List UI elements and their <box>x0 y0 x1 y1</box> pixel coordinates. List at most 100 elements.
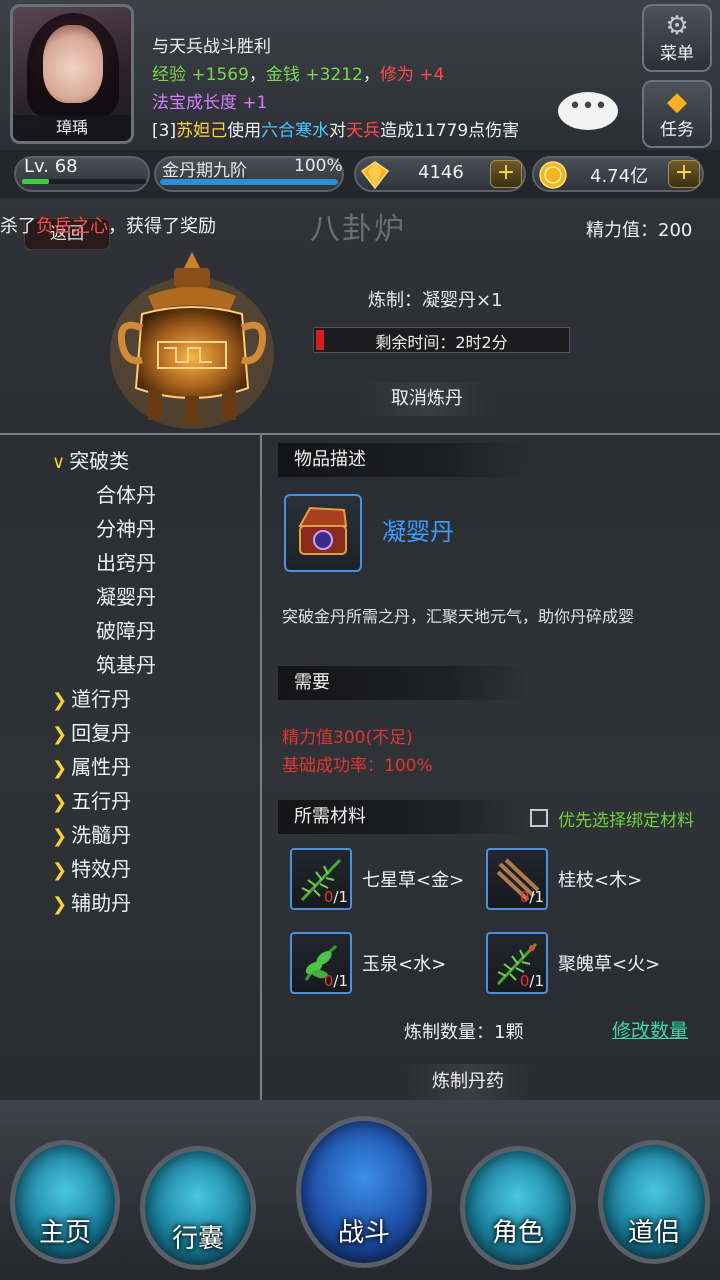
log-skill: 六合寒水 <box>261 121 330 141</box>
material-count: 0/1 <box>300 888 348 906</box>
category-label: 回复丹 <box>71 721 132 745</box>
item-description: 突破金丹所需之丹，汇聚天地元气，助你丹碎成婴 <box>282 607 635 626</box>
money-value: +3212 <box>305 65 363 85</box>
chevron-right-icon: ❯ <box>52 826 68 847</box>
chevron-right-icon: ❯ <box>52 724 68 745</box>
bagua-furnace-icon <box>110 252 274 429</box>
pill-box-icon <box>298 506 348 555</box>
pill-item[interactable]: 筑基丹 <box>96 649 156 678</box>
category-attribute[interactable]: ❯ 属性丹 <box>52 751 131 780</box>
avatar-name: 璋瑀 <box>13 115 131 141</box>
category-breakthrough[interactable]: ∨ 突破类 <box>52 445 129 474</box>
log-actor: 苏妲己 <box>176 121 228 141</box>
material-count: 0/1 <box>496 888 544 906</box>
task-gem-icon: ◆ <box>667 87 687 117</box>
category-label: 道行丹 <box>71 687 132 711</box>
material-name: 桂枝<木> <box>558 870 643 891</box>
energy-requirement: 精力值300(不足) <box>282 728 413 748</box>
gem-add-button[interactable]: + <box>490 160 522 188</box>
cultivation-label: 修为 <box>379 65 414 85</box>
realm-label: 金丹期九阶 <box>162 161 247 181</box>
notice-suffix: ，获得了奖励 <box>108 216 216 237</box>
realm-progress-fill <box>160 179 338 185</box>
item-name: 凝婴丹 <box>382 518 454 546</box>
divider <box>0 433 720 435</box>
craft-quantity-label: 炼制数量：1颗 <box>404 1022 524 1043</box>
bind-material-label[interactable]: 优先选择绑定材料 <box>558 806 694 831</box>
material-need: /1 <box>333 888 348 906</box>
separator: ， <box>248 65 266 85</box>
separator: ， <box>362 65 380 85</box>
category-marrow[interactable]: ❯ 洗髓丹 <box>52 819 131 848</box>
log-verb: 使用 <box>227 121 262 141</box>
battle-log-line-1: 与天兵战斗胜利 <box>152 37 271 57</box>
exp-label: 经验 <box>152 65 186 85</box>
bind-material-checkbox[interactable] <box>530 809 548 827</box>
category-label: 辅助丹 <box>71 891 132 915</box>
material-name: 玉泉<水> <box>362 954 447 975</box>
pill-item[interactable]: 出窍丹 <box>96 547 156 576</box>
material-have: 0 <box>323 888 334 906</box>
task-button[interactable]: ◆ 任务 <box>642 80 712 148</box>
material-name: 七星草<金> <box>362 870 465 891</box>
category-special[interactable]: ❯ 特效丹 <box>52 853 131 882</box>
pill-item[interactable]: 破障丹 <box>96 615 156 644</box>
material-count: 0/1 <box>300 972 348 990</box>
log-prefix: [3] <box>152 121 177 141</box>
category-label: 洗髓丹 <box>71 823 132 847</box>
gem-value: 4146 <box>418 162 464 183</box>
category-label: 属性丹 <box>71 755 132 779</box>
cultivation-value: +4 <box>419 65 445 85</box>
cancel-crafting-button[interactable]: 取消炼丹 <box>360 382 494 416</box>
item-icon[interactable] <box>284 494 362 572</box>
level-label: Lv. 68 <box>24 156 78 177</box>
category-auxiliary[interactable]: ❯ 辅助丹 <box>52 887 131 916</box>
menu-button[interactable]: ⚙ 菜单 <box>642 4 712 72</box>
material-need: /1 <box>333 972 348 990</box>
category-recovery[interactable]: ❯ 回复丹 <box>52 717 131 746</box>
furnace-title: 八卦炉 <box>310 212 406 247</box>
crafting-label: 炼制：凝婴丹×1 <box>368 290 503 311</box>
notice-prefix: 杀了 <box>0 216 36 237</box>
chevron-right-icon: ❯ <box>52 690 68 711</box>
nav-character-label: 角色 <box>491 1218 544 1248</box>
avatar-face <box>43 25 103 103</box>
category-daoxing[interactable]: ❯ 道行丹 <box>52 683 131 712</box>
success-rate: 基础成功率：100% <box>282 756 433 776</box>
reward-notice: 杀了负岳之心，获得了奖励 <box>0 212 216 238</box>
log-target: 天兵 <box>346 121 381 141</box>
chevron-right-icon: ❯ <box>52 894 68 915</box>
item-description-header: 物品描述 <box>278 443 528 477</box>
pill-item[interactable]: 分神丹 <box>96 513 156 542</box>
coin-value: 4.74亿 <box>590 166 649 187</box>
treasure-growth-label: 法宝成长度 <box>152 93 237 113</box>
chat-bubble-dots: ••• <box>568 94 608 119</box>
materials-header: 所需材料 <box>278 800 528 834</box>
task-label: 任务 <box>660 120 694 140</box>
energy-label: 精力值：200 <box>586 220 693 241</box>
nav-bag-label: 行囊 <box>171 1224 224 1254</box>
category-five-elements[interactable]: ❯ 五行丹 <box>52 785 131 814</box>
material-name: 聚魄草<火> <box>558 954 661 975</box>
modify-quantity-link[interactable]: 修改数量 <box>612 1016 688 1043</box>
coin-add-button[interactable]: + <box>668 160 700 188</box>
material-need: /1 <box>529 888 544 906</box>
log-suffix: 造成11779点伤害 <box>380 121 520 141</box>
material-have: 0 <box>323 972 334 990</box>
treasure-growth-value: +1 <box>242 93 268 113</box>
material-count: 0/1 <box>496 972 544 990</box>
chevron-right-icon: ❯ <box>52 792 68 813</box>
craft-pill-button[interactable]: 炼制丹药 <box>402 1064 534 1100</box>
chat-bubble-icon[interactable]: ••• <box>558 92 618 130</box>
chevron-right-icon: ❯ <box>52 758 68 779</box>
material-need: /1 <box>529 972 544 990</box>
notice-target: 负岳之心 <box>36 216 108 237</box>
nav-companion-label: 道侣 <box>627 1218 680 1248</box>
nav-battle-label: 战斗 <box>337 1218 390 1248</box>
pill-item-selected[interactable]: 凝婴丹 <box>96 581 156 610</box>
gem-icon <box>360 161 390 190</box>
money-label: 金钱 <box>265 65 300 85</box>
player-avatar[interactable]: 璋瑀 <box>10 4 134 144</box>
nav-character-button[interactable] <box>460 1146 576 1270</box>
pill-item[interactable]: 合体丹 <box>96 479 156 508</box>
